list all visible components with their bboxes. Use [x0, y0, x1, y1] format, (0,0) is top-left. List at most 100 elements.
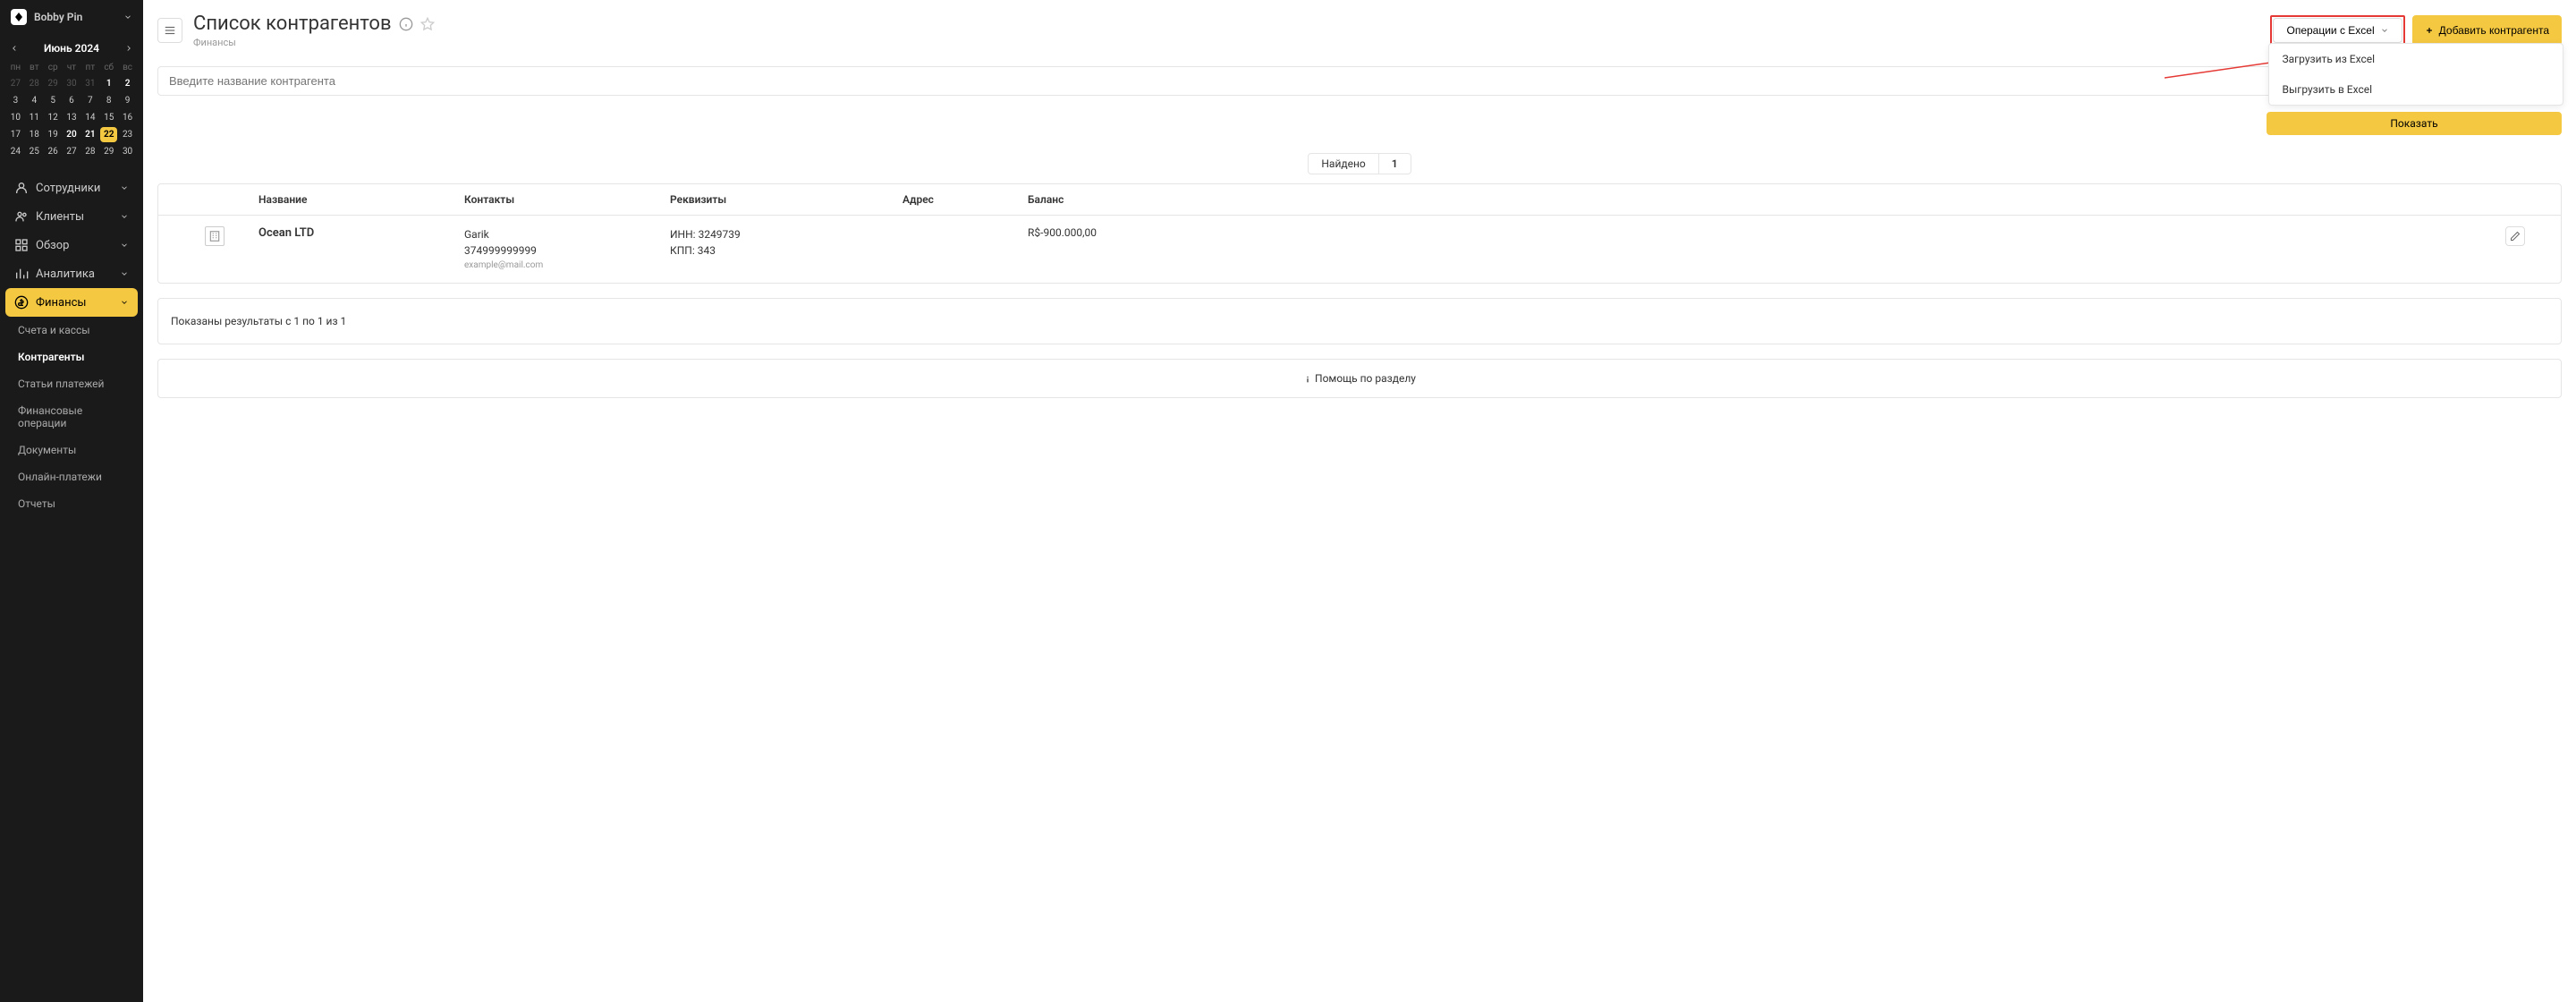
chart-icon: [14, 267, 29, 281]
add-counterparty-button[interactable]: Добавить контрагента: [2412, 15, 2562, 46]
table-row[interactable]: Ocean LTD Garik 374999999999 example@mai…: [158, 216, 2561, 283]
calendar-day[interactable]: 11: [26, 110, 43, 125]
col-addr: Адрес: [902, 193, 1028, 206]
header: Список контрагентов Финансы Операции с E…: [143, 0, 2576, 55]
calendar-day[interactable]: 23: [119, 127, 136, 142]
calendar-day[interactable]: 21: [81, 127, 98, 142]
user-icon: [14, 181, 29, 195]
col-balance: Баланс: [1028, 193, 2505, 206]
inn-value: 3249739: [699, 228, 741, 241]
calendar-title: Июнь 2024: [44, 42, 99, 55]
show-button[interactable]: Показать: [2267, 112, 2562, 135]
star-icon[interactable]: [420, 17, 435, 31]
dropdown-export-excel[interactable]: Выгрузить в Excel: [2269, 74, 2563, 105]
main: Список контрагентов Финансы Операции с E…: [143, 0, 2576, 1002]
calendar-day[interactable]: 15: [100, 110, 117, 125]
calendar-day[interactable]: 8: [100, 93, 117, 108]
sidebar: Bobby Pin Июнь 2024 пнвтсрчтптсбвс272829…: [0, 0, 143, 1002]
calendar-day[interactable]: 28: [26, 76, 43, 91]
calendar-day[interactable]: 12: [45, 110, 62, 125]
chevron-down-icon: [123, 13, 132, 21]
col-contacts: Контакты: [464, 193, 670, 206]
calendar-day[interactable]: 22: [100, 127, 117, 142]
kpp-value: 343: [698, 244, 716, 257]
calendar-day[interactable]: 19: [45, 127, 62, 142]
users-icon: [14, 209, 29, 224]
nav-sub-item[interactable]: Онлайн-платежи: [5, 463, 138, 490]
calendar-day[interactable]: 3: [7, 93, 24, 108]
user-name: Bobby Pin: [34, 11, 116, 23]
contact-phone: 374999999999: [464, 242, 670, 259]
chevron-down-icon: [120, 298, 129, 307]
chevron-down-icon: [120, 183, 129, 192]
excel-dropdown: Загрузить из Excel Выгрузить в Excel: [2268, 43, 2563, 106]
menu-toggle-button[interactable]: [157, 18, 182, 43]
dropdown-import-excel[interactable]: Загрузить из Excel: [2269, 44, 2563, 74]
calendar-day[interactable]: 6: [64, 93, 80, 108]
nav-sub-item[interactable]: Документы: [5, 437, 138, 463]
calendar-day[interactable]: 4: [26, 93, 43, 108]
col-req: Реквизиты: [670, 193, 902, 206]
calendar-day[interactable]: 14: [81, 110, 98, 125]
search-input[interactable]: [157, 66, 2562, 96]
excel-operations-button[interactable]: Операции с Excel: [2273, 18, 2402, 43]
calendar-day[interactable]: 9: [119, 93, 136, 108]
calendar-day[interactable]: 18: [26, 127, 43, 142]
breadcrumb: Финансы: [193, 37, 2259, 48]
calendar-day[interactable]: 31: [81, 76, 98, 91]
nav-item-Сотрудники[interactable]: Сотрудники: [5, 174, 138, 202]
calendar-next[interactable]: [122, 41, 136, 55]
nav-item-Финансы[interactable]: Финансы: [5, 288, 138, 317]
nav-sub-item[interactable]: Финансовые операции: [5, 397, 138, 437]
calendar-day[interactable]: 10: [7, 110, 24, 125]
calendar-day[interactable]: 29: [100, 144, 117, 159]
calendar-day[interactable]: 17: [7, 127, 24, 142]
calendar-day[interactable]: 27: [7, 76, 24, 91]
nav-sub-item[interactable]: Счета и кассы: [5, 317, 138, 344]
calendar-day[interactable]: 24: [7, 144, 24, 159]
user-block[interactable]: Bobby Pin: [0, 0, 143, 34]
calendar-day[interactable]: 13: [64, 110, 80, 125]
edit-button[interactable]: [2505, 226, 2525, 246]
nav-sub-item[interactable]: Контрагенты: [5, 344, 138, 370]
results-info: Показаны результаты с 1 по 1 из 1: [157, 298, 2562, 344]
chevron-down-icon: [120, 212, 129, 221]
calendar-day[interactable]: 20: [64, 127, 80, 142]
nav-item-Клиенты[interactable]: Клиенты: [5, 202, 138, 231]
calendar-day[interactable]: 30: [64, 76, 80, 91]
calendar-day[interactable]: 7: [81, 93, 98, 108]
calendar-day[interactable]: 1: [100, 76, 117, 91]
calendar-day[interactable]: 2: [119, 76, 136, 91]
grid-icon: [14, 238, 29, 252]
nav-item-Аналитика[interactable]: Аналитика: [5, 259, 138, 288]
nav-item-Обзор[interactable]: Обзор: [5, 231, 138, 259]
contact-name: Garik: [464, 226, 670, 242]
calendar-day[interactable]: 25: [26, 144, 43, 159]
calendar-day[interactable]: 26: [45, 144, 62, 159]
company-icon: [205, 226, 225, 246]
chevron-down-icon: [120, 241, 129, 250]
dollar-icon: [14, 295, 29, 310]
calendar: Июнь 2024 пнвтсрчтптсбвс2728293031123456…: [0, 34, 143, 168]
cell-balance: R$-900.000,00: [1028, 226, 2505, 239]
calendar-day[interactable]: 29: [45, 76, 62, 91]
calendar-day[interactable]: 16: [119, 110, 136, 125]
info-icon[interactable]: [399, 17, 413, 31]
found-count: 1: [1378, 153, 1411, 174]
chevron-down-icon: [120, 269, 129, 278]
help-link[interactable]: Помощь по разделу: [157, 359, 2562, 398]
found-label: Найдено: [1308, 153, 1377, 174]
page-title: Список контрагентов: [193, 13, 392, 35]
user-avatar-icon: [11, 9, 27, 25]
calendar-day[interactable]: 5: [45, 93, 62, 108]
calendar-day[interactable]: 30: [119, 144, 136, 159]
calendar-day[interactable]: 27: [64, 144, 80, 159]
contact-email: example@mail.com: [464, 259, 670, 272]
nav: СотрудникиКлиентыОбзорАналитикаФинансыСч…: [0, 168, 143, 1002]
calendar-day[interactable]: 28: [81, 144, 98, 159]
nav-sub-item[interactable]: Статьи платежей: [5, 370, 138, 397]
calendar-prev[interactable]: [7, 41, 21, 55]
nav-sub-item[interactable]: Отчеты: [5, 490, 138, 517]
table: Название Контакты Реквизиты Адрес Баланс…: [157, 183, 2562, 284]
cell-name: Ocean LTD: [258, 226, 464, 240]
